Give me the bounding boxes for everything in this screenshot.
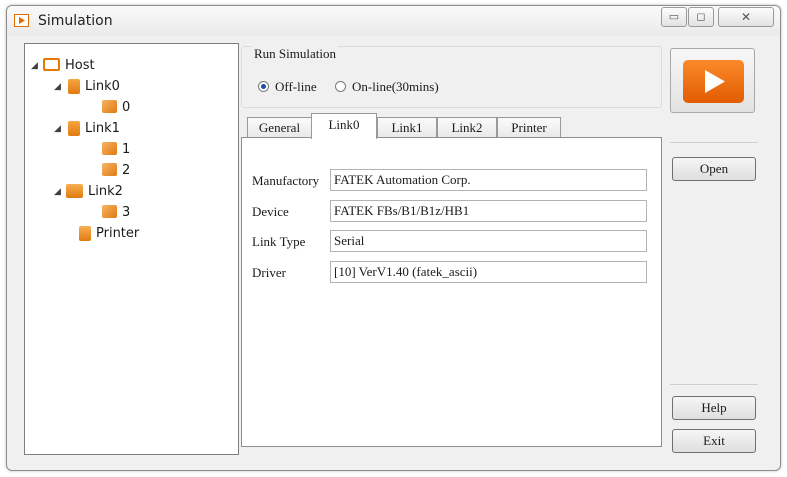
- tree-item-link0[interactable]: ◢ Link0: [54, 78, 120, 96]
- driver-field[interactable]: [10] VerV1.40 (fatek_ascii): [330, 261, 647, 283]
- manufactory-field[interactable]: FATEK Automation Corp.: [330, 169, 647, 191]
- tab-link0[interactable]: Link0: [311, 113, 377, 139]
- separator: [670, 142, 758, 143]
- station-icon: [102, 163, 117, 176]
- expand-arrow-icon[interactable]: ◢: [31, 57, 43, 75]
- open-button[interactable]: Open: [672, 157, 756, 181]
- device-field[interactable]: FATEK FBs/B1/B1z/HB1: [330, 200, 647, 222]
- link-type-field[interactable]: Serial: [330, 230, 647, 252]
- exit-button[interactable]: Exit: [672, 429, 756, 453]
- maximize-button[interactable]: ◻: [688, 7, 714, 27]
- offline-label: Off-line: [275, 79, 317, 94]
- group-title: Run Simulation: [252, 46, 338, 62]
- tab-link2[interactable]: Link2: [437, 117, 497, 138]
- play-triangle-icon: [705, 70, 725, 93]
- tree-item-label: Link0: [85, 79, 120, 94]
- host-icon: [43, 58, 60, 71]
- printer-icon: [79, 226, 91, 241]
- link-icon: [68, 79, 80, 94]
- tree-item-label: 0: [122, 100, 131, 115]
- tree-item-label: Printer: [96, 226, 140, 241]
- online-label: On-line(30mins): [352, 79, 439, 94]
- tree-item-link1[interactable]: ◢ Link1: [54, 120, 120, 138]
- tree-item-label: Link2: [88, 184, 123, 199]
- tree-item-station-3[interactable]: 3: [102, 204, 130, 222]
- station-icon: [102, 205, 117, 218]
- device-tree[interactable]: ◢ Host ◢ Link0 0 ◢ Link1 1 2 ◢ Link2 3 Print…: [24, 43, 239, 455]
- tab-link1[interactable]: Link1: [377, 117, 437, 138]
- link-type-label: Link Type: [252, 234, 306, 249]
- tree-item-label: 3: [122, 205, 131, 220]
- network-icon: [66, 184, 83, 198]
- tree-item-station-0[interactable]: 0: [102, 99, 130, 117]
- app-icon: [14, 14, 29, 27]
- minimize-button[interactable]: ▭: [661, 7, 687, 27]
- online-radio[interactable]: On-line(30mins): [335, 79, 439, 95]
- expand-arrow-icon[interactable]: ◢: [54, 183, 66, 201]
- play-icon: [683, 60, 744, 103]
- tree-item-printer[interactable]: Printer: [77, 225, 139, 243]
- device-label: Device: [252, 204, 289, 219]
- tree-item-link2[interactable]: ◢ Link2: [54, 183, 123, 201]
- tab-printer[interactable]: Printer: [497, 117, 561, 138]
- help-button[interactable]: Help: [672, 396, 756, 420]
- run-button[interactable]: [670, 48, 755, 113]
- radio-selected-icon[interactable]: [258, 81, 269, 92]
- title-bar: Simulation ▭ ◻ ✕: [7, 6, 780, 36]
- manufactory-label: Manufactory: [252, 173, 320, 188]
- offline-radio[interactable]: Off-line: [258, 79, 317, 95]
- tree-item-station-2[interactable]: 2: [102, 162, 130, 180]
- tree-item-label: Link1: [85, 121, 120, 136]
- driver-label: Driver: [252, 265, 286, 280]
- tree-item-host[interactable]: ◢ Host: [31, 57, 95, 75]
- link-icon: [68, 121, 80, 136]
- tree-item-label: 1: [122, 142, 131, 157]
- expand-arrow-icon[interactable]: ◢: [54, 78, 66, 96]
- run-simulation-group: Run Simulation Off-line On-line(30mins): [241, 46, 662, 108]
- tree-item-station-1[interactable]: 1: [102, 141, 130, 159]
- separator: [670, 384, 758, 385]
- tree-item-label: 2: [122, 163, 131, 178]
- window-title: Simulation: [38, 13, 113, 29]
- station-icon: [102, 142, 117, 155]
- radio-unselected-icon[interactable]: [335, 81, 346, 92]
- tab-general[interactable]: General: [247, 117, 312, 138]
- tree-item-label: Host: [65, 58, 95, 73]
- close-button[interactable]: ✕: [718, 7, 774, 27]
- expand-arrow-icon[interactable]: ◢: [54, 120, 66, 138]
- station-icon: [102, 100, 117, 113]
